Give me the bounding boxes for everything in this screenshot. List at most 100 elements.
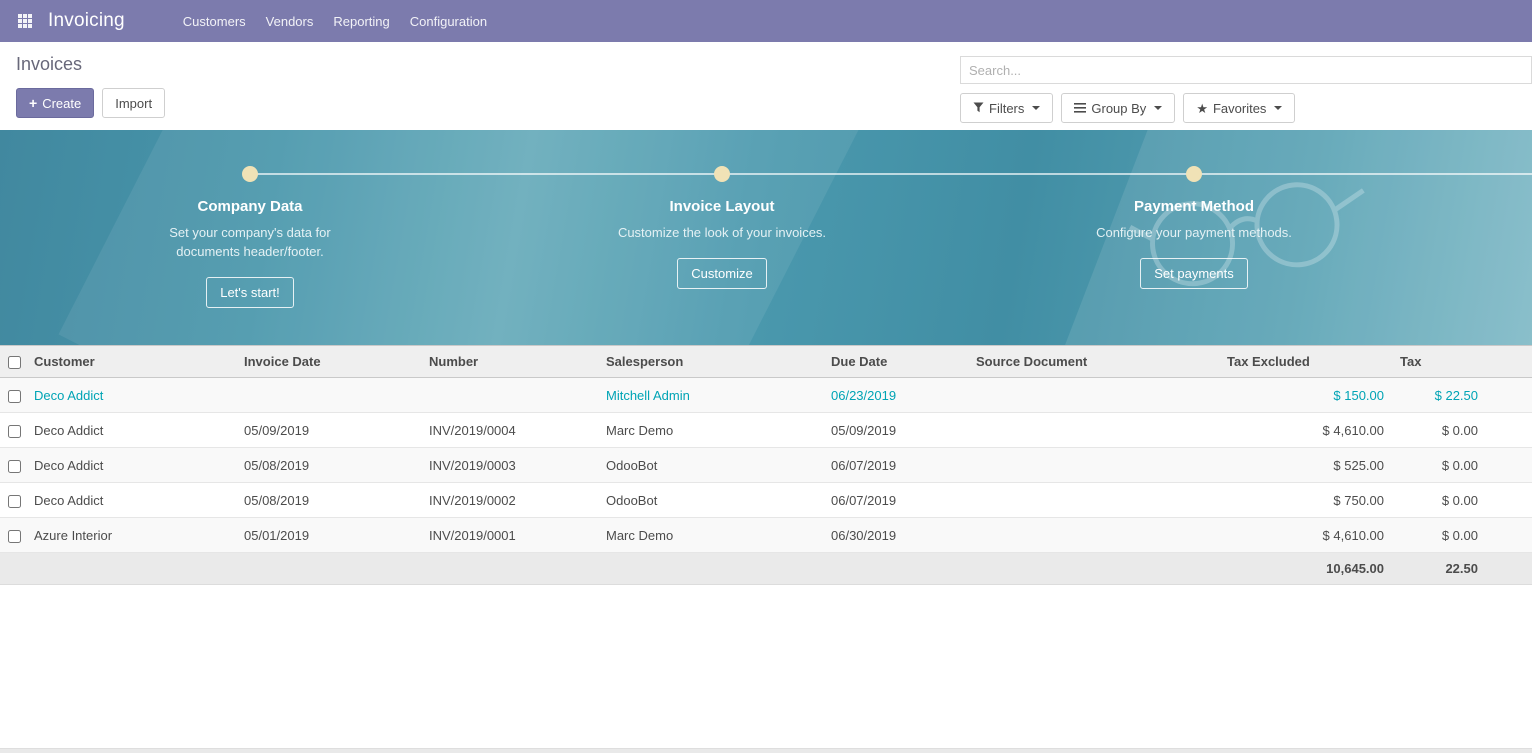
step-dot-icon	[714, 166, 730, 182]
cell-number: INV/2019/0003	[421, 448, 598, 483]
group-by-button[interactable]: Group By	[1061, 93, 1175, 123]
search-area: Filters Group By ★ Favorites	[960, 56, 1532, 123]
cell-due-date: 05/09/2019	[823, 413, 968, 448]
cell-tax: $ 22.50	[1392, 378, 1486, 413]
cell-tax-excluded: $ 4,610.00	[1219, 518, 1392, 553]
column-header-customer[interactable]: Customer	[26, 346, 236, 378]
total-tax-excluded: 10,645.00	[1219, 553, 1392, 585]
cell-due-date: 06/07/2019	[823, 448, 968, 483]
column-header-source-document[interactable]: Source Document	[968, 346, 1219, 378]
onboarding-step-invoice-layout: Invoice Layout Customize the look of you…	[552, 166, 892, 289]
row-checkbox[interactable]	[8, 425, 21, 438]
column-header-invoice-date[interactable]: Invoice Date	[236, 346, 421, 378]
cell-number: INV/2019/0002	[421, 483, 598, 518]
group-list-icon	[1074, 101, 1086, 116]
cell-tax: $ 0.00	[1392, 483, 1486, 518]
import-button[interactable]: Import	[102, 88, 165, 118]
import-button-label: Import	[115, 96, 152, 111]
cell-source-document	[968, 483, 1219, 518]
step-description: Customize the look of your invoices.	[618, 223, 826, 242]
cell-filler	[1486, 483, 1532, 518]
cell-filler	[1486, 413, 1532, 448]
step-description: Set your company's data for documents he…	[138, 223, 363, 261]
cell-tax-excluded: $ 750.00	[1219, 483, 1392, 518]
favorites-button-label: Favorites	[1213, 101, 1266, 116]
onboarding-banner: Company Data Set your company's data for…	[0, 130, 1532, 345]
step-title: Company Data	[197, 198, 302, 215]
column-header-filler	[1486, 346, 1532, 378]
nav-item-customers[interactable]: Customers	[173, 1, 256, 42]
filters-button-label: Filters	[989, 101, 1024, 116]
row-checkbox[interactable]	[8, 460, 21, 473]
app-brand[interactable]: Invoicing	[48, 10, 125, 32]
cell-customer: Deco Addict	[26, 378, 236, 413]
apps-menu-icon[interactable]	[12, 10, 38, 32]
cell-source-document	[968, 448, 1219, 483]
select-all-checkbox[interactable]	[8, 356, 21, 369]
cell-source-document	[968, 413, 1219, 448]
top-navbar: Invoicing Customers Vendors Reporting Co…	[0, 0, 1532, 42]
cell-filler	[1486, 553, 1532, 585]
onboarding-step-payment-method: Payment Method Configure your payment me…	[1024, 166, 1364, 289]
create-button[interactable]: + Create	[16, 88, 94, 118]
row-checkbox[interactable]	[8, 530, 21, 543]
table-row[interactable]: Azure Interior 05/01/2019 INV/2019/0001 …	[0, 518, 1532, 553]
cell-number: INV/2019/0004	[421, 413, 598, 448]
table-row[interactable]: Deco Addict Mitchell Admin 06/23/2019 $ …	[0, 378, 1532, 413]
nav-item-configuration[interactable]: Configuration	[400, 1, 497, 42]
total-tax: 22.50	[1392, 553, 1486, 585]
column-header-number[interactable]: Number	[421, 346, 598, 378]
cell-salesperson: OdooBot	[598, 483, 823, 518]
chevron-down-icon	[1154, 106, 1162, 110]
column-header-due-date[interactable]: Due Date	[823, 346, 968, 378]
onboarding-step-company-data: Company Data Set your company's data for…	[80, 166, 420, 308]
cell-invoice-date	[236, 378, 421, 413]
cell-customer: Deco Addict	[26, 448, 236, 483]
horizontal-scrollbar-track[interactable]	[0, 748, 1532, 753]
nav-item-reporting[interactable]: Reporting	[323, 1, 399, 42]
table-totals-row: 10,645.00 22.50	[0, 553, 1532, 585]
customize-button[interactable]: Customize	[677, 258, 766, 289]
chevron-down-icon	[1274, 106, 1282, 110]
cell-tax: $ 0.00	[1392, 448, 1486, 483]
column-header-tax[interactable]: Tax	[1392, 346, 1486, 378]
cell-invoice-date: 05/08/2019	[236, 448, 421, 483]
cell-due-date: 06/30/2019	[823, 518, 968, 553]
invoice-list-table: Customer Invoice Date Number Salesperson…	[0, 345, 1532, 585]
cell-filler	[1486, 518, 1532, 553]
cell-customer: Azure Interior	[26, 518, 236, 553]
cell-tax: $ 0.00	[1392, 413, 1486, 448]
column-header-tax-excluded[interactable]: Tax Excluded	[1219, 346, 1392, 378]
column-header-salesperson[interactable]: Salesperson	[598, 346, 823, 378]
cell-customer: Deco Addict	[26, 413, 236, 448]
filters-button[interactable]: Filters	[960, 93, 1053, 123]
table-header-row: Customer Invoice Date Number Salesperson…	[0, 346, 1532, 378]
cell-due-date: 06/23/2019	[823, 378, 968, 413]
cell-invoice-date: 05/08/2019	[236, 483, 421, 518]
cell-invoice-date: 05/01/2019	[236, 518, 421, 553]
search-options: Filters Group By ★ Favorites	[960, 93, 1532, 123]
table-row[interactable]: Deco Addict 05/08/2019 INV/2019/0002 Odo…	[0, 483, 1532, 518]
row-checkbox[interactable]	[8, 495, 21, 508]
step-title: Payment Method	[1134, 198, 1254, 215]
cell-source-document	[968, 518, 1219, 553]
plus-icon: +	[29, 96, 37, 110]
favorites-button[interactable]: ★ Favorites	[1183, 93, 1295, 123]
cell-filler	[1486, 448, 1532, 483]
group-by-button-label: Group By	[1091, 101, 1146, 116]
search-input[interactable]	[960, 56, 1532, 84]
totals-spacer	[0, 553, 1219, 585]
star-icon: ★	[1196, 102, 1208, 115]
table-row[interactable]: Deco Addict 05/09/2019 INV/2019/0004 Mar…	[0, 413, 1532, 448]
nav-item-vendors[interactable]: Vendors	[256, 1, 324, 42]
cell-number: INV/2019/0001	[421, 518, 598, 553]
cell-salesperson: OdooBot	[598, 448, 823, 483]
cell-tax-excluded: $ 150.00	[1219, 378, 1392, 413]
table-row[interactable]: Deco Addict 05/08/2019 INV/2019/0003 Odo…	[0, 448, 1532, 483]
set-payments-button[interactable]: Set payments	[1140, 258, 1248, 289]
chevron-down-icon	[1032, 106, 1040, 110]
control-panel: Invoices + Create Import Filters	[0, 42, 1532, 130]
lets-start-button[interactable]: Let's start!	[206, 277, 294, 308]
row-checkbox[interactable]	[8, 390, 21, 403]
cell-tax: $ 0.00	[1392, 518, 1486, 553]
